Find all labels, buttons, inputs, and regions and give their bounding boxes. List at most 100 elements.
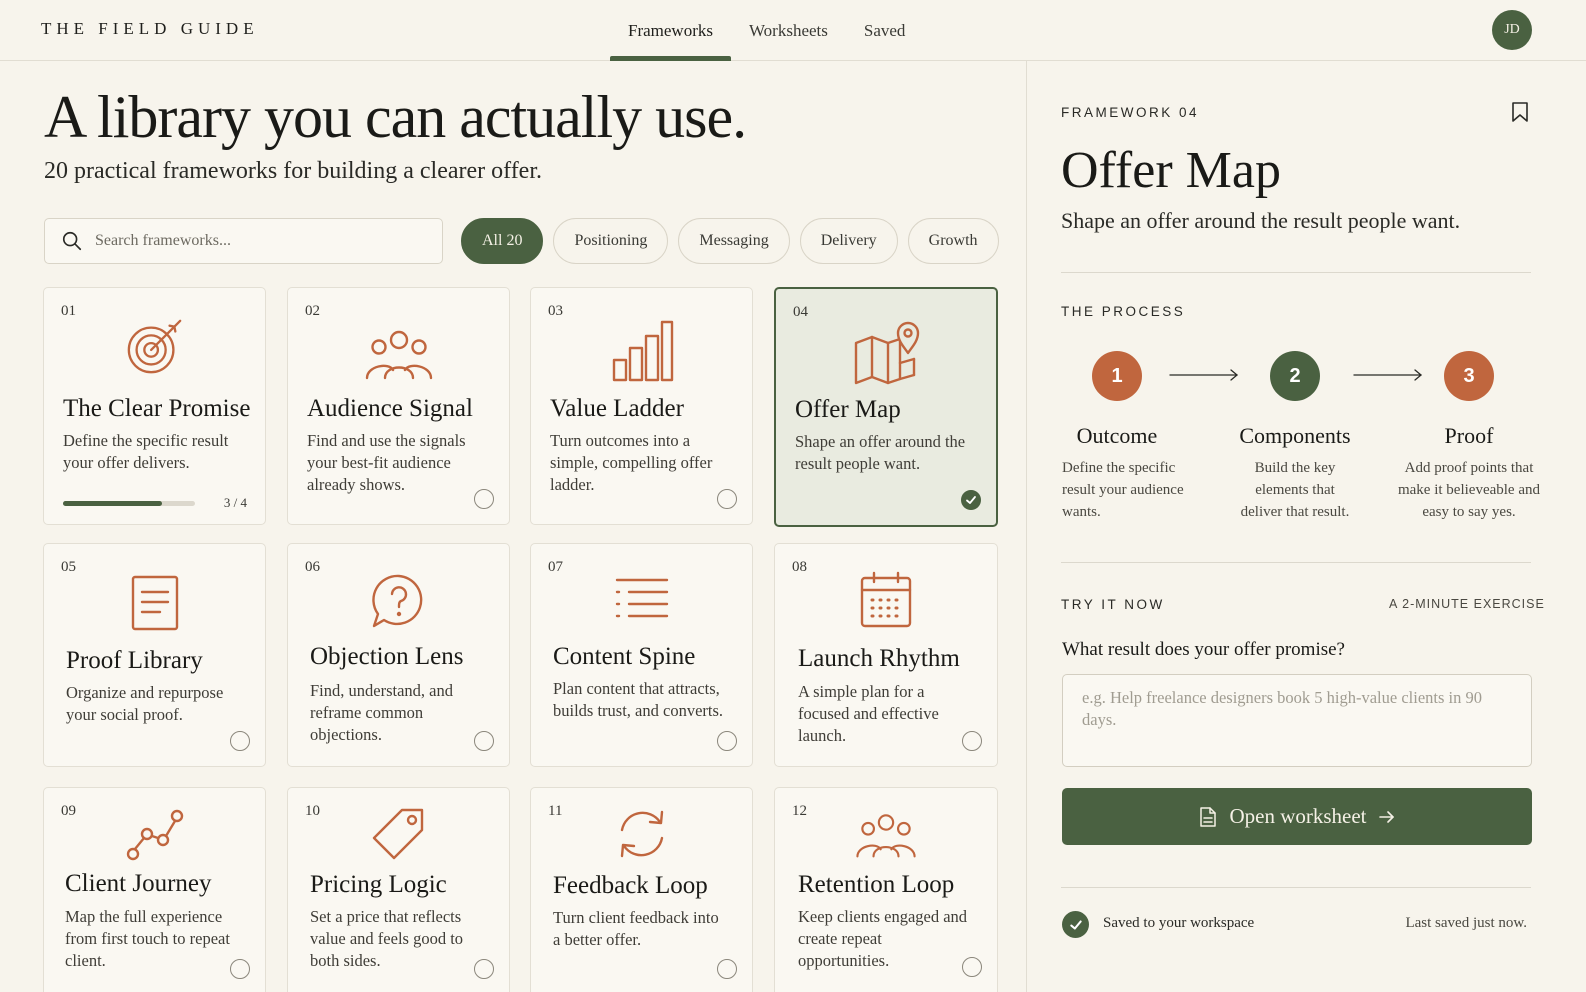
last-saved-time: Last saved just now. — [1405, 915, 1527, 931]
search-box[interactable] — [44, 218, 443, 264]
open-worksheet-label: Open worksheet — [1229, 804, 1367, 828]
card-title: Content Spine — [553, 643, 696, 670]
page-title: A library you can actually use. — [44, 84, 747, 150]
question-bubble-icon — [371, 574, 422, 628]
framework-card-09[interactable]: 09 Client Journey Map the full experienc… — [43, 787, 266, 992]
completion-checkbox[interactable] — [230, 959, 250, 979]
document-icon — [131, 575, 178, 631]
divider — [1061, 887, 1531, 888]
step-description: Build the key elements that deliver that… — [1240, 460, 1350, 520]
bar-chart-icon — [612, 320, 673, 382]
checkmark-icon — [966, 496, 976, 504]
completion-checkbox[interactable] — [230, 731, 250, 751]
filter-all[interactable]: All 20 — [461, 218, 544, 264]
progress-fill — [63, 501, 162, 506]
nav-saved[interactable]: Saved — [846, 0, 924, 61]
framework-card-10[interactable]: 10 Pricing Logic Set a price that reflec… — [287, 787, 510, 992]
card-description: Keep clients engaged and create repeat o… — [798, 907, 968, 970]
step-description: Add proof points that make it believeabl… — [1397, 460, 1541, 520]
card-description: A simple plan for a focused and effectiv… — [798, 682, 939, 745]
people-icon — [365, 330, 432, 380]
card-title: Value Ladder — [550, 395, 684, 422]
step-title: Components — [1239, 423, 1351, 448]
card-description: Find and use the signals your best-fit a… — [307, 431, 466, 494]
process-step-components: 2 Components Build the key elements that… — [1220, 351, 1370, 523]
card-title: Objection Lens — [310, 643, 464, 670]
open-worksheet-button[interactable]: Open worksheet — [1062, 788, 1532, 845]
journey-path-icon — [126, 809, 183, 861]
filter-growth[interactable]: Growth — [907, 218, 999, 264]
filter-messaging[interactable]: Messaging — [678, 218, 790, 264]
completion-checkbox[interactable] — [474, 489, 494, 509]
top-bar: THE FIELD GUIDE Frameworks Worksheets Sa… — [0, 0, 1586, 61]
framework-card-04[interactable]: 04 Offer Map Shape an offer around the r… — [774, 287, 998, 527]
completion-checkbox[interactable] — [962, 731, 982, 751]
completion-checkbox[interactable] — [961, 490, 981, 510]
step-title: Outcome — [1076, 423, 1158, 448]
map-pin-icon — [854, 321, 920, 385]
framework-card-11[interactable]: 11 Feedback Loop Turn client feedback in… — [530, 787, 753, 992]
card-title: Proof Library — [66, 647, 203, 674]
card-description: Organize and repurpose your social proof… — [66, 683, 224, 724]
card-title: Client Journey — [65, 870, 212, 897]
main-nav: Frameworks Worksheets Saved — [610, 0, 923, 61]
step-number: 1 — [1092, 351, 1142, 401]
card-description: Turn client feedback into a better offer… — [553, 908, 719, 949]
progress-label: 3 / 4 — [223, 495, 247, 510]
framework-card-01[interactable]: 01 The Clear Promise Define the specific… — [43, 287, 266, 525]
user-avatar[interactable]: JD — [1492, 10, 1532, 50]
completion-checkbox[interactable] — [717, 959, 737, 979]
try-it-label: TRY IT NOW — [1061, 597, 1165, 612]
refresh-loop-icon — [620, 810, 663, 858]
nav-worksheets[interactable]: Worksheets — [731, 0, 846, 61]
framework-eyebrow: FRAMEWORK 04 — [1061, 105, 1200, 120]
framework-card-03[interactable]: 03 Value Ladder Turn outcomes into a sim… — [530, 287, 753, 525]
target-icon — [127, 319, 181, 374]
card-description: Shape an offer around the result people … — [795, 432, 966, 473]
search-input[interactable] — [95, 232, 415, 250]
framework-card-08[interactable]: 08 Launch Rhythm A simple plan for a foc… — [774, 543, 998, 767]
filter-delivery[interactable]: Delivery — [799, 218, 898, 264]
people-icon — [856, 814, 916, 858]
framework-card-07[interactable]: 07 Content Spine Plan content that attra… — [530, 543, 753, 767]
card-description: Find, understand, and reframe common obj… — [310, 681, 453, 744]
answer-input[interactable] — [1062, 674, 1532, 767]
bookmark-icon[interactable] — [1511, 101, 1529, 123]
detail-subtitle: Shape an offer around the result people … — [1061, 208, 1461, 233]
filter-positioning[interactable]: Positioning — [553, 218, 669, 264]
document-icon — [1200, 806, 1217, 827]
card-number: 02 — [305, 303, 320, 319]
card-description: Set a price that reflects value and feel… — [310, 907, 464, 970]
framework-card-12[interactable]: 12 Retention Loop Keep clients engaged a… — [774, 787, 998, 992]
divider — [1061, 562, 1531, 563]
card-description: Turn outcomes into a simple, compelling … — [550, 431, 713, 494]
price-tag-icon — [372, 808, 423, 860]
framework-card-05[interactable]: 05 Proof Library Organize and repurpose … — [43, 543, 266, 767]
detail-title: Offer Map — [1061, 142, 1281, 199]
completion-checkbox[interactable] — [474, 959, 494, 979]
step-number: 2 — [1270, 351, 1320, 401]
saved-check-icon — [1062, 911, 1089, 938]
framework-card-06[interactable]: 06 Objection Lens Find, understand, and … — [287, 543, 510, 767]
page-subtitle: 20 practical frameworks for building a c… — [44, 158, 542, 184]
brand-logo[interactable]: THE FIELD GUIDE — [41, 19, 259, 39]
card-title: Retention Loop — [798, 871, 955, 898]
card-title: Launch Rhythm — [798, 645, 960, 672]
completion-checkbox[interactable] — [474, 731, 494, 751]
completion-checkbox[interactable] — [717, 489, 737, 509]
search-icon — [62, 231, 82, 251]
process-step-proof: 3 Proof Add proof points that make it be… — [1394, 351, 1544, 523]
completion-checkbox[interactable] — [717, 731, 737, 751]
card-title: Offer Map — [795, 396, 901, 423]
detail-panel: FRAMEWORK 04 Offer Map Shape an offer ar… — [1026, 61, 1586, 992]
exercise-label: A 2-MINUTE EXERCISE — [1389, 597, 1545, 611]
completion-checkbox[interactable] — [962, 957, 982, 977]
process-label: THE PROCESS — [1061, 304, 1186, 319]
filter-chips: All 20 Positioning Messaging Delivery Gr… — [461, 218, 1009, 264]
framework-card-02[interactable]: 02 Audience Signal Find and use the sign… — [287, 287, 510, 525]
arrow-right-icon — [1378, 810, 1394, 823]
nav-frameworks[interactable]: Frameworks — [610, 0, 731, 61]
card-title: Pricing Logic — [310, 871, 447, 898]
card-description: Plan content that attracts, builds trust… — [553, 679, 724, 720]
card-title: Feedback Loop — [553, 872, 708, 899]
